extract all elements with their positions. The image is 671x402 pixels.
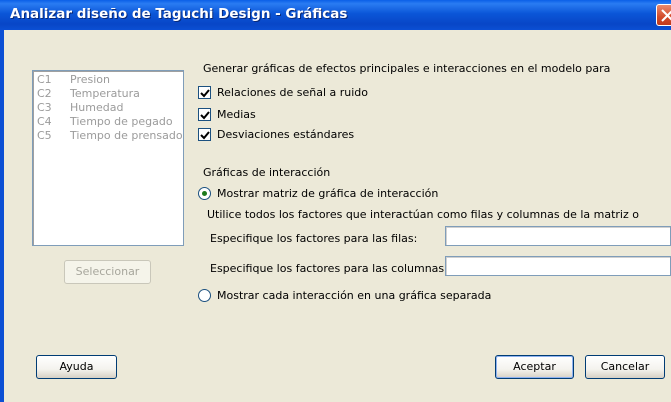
rows-factors-label: Especifique los factores para las filas: xyxy=(210,232,418,245)
checkmark-icon xyxy=(200,111,210,120)
window-border xyxy=(0,30,4,402)
columns-listbox[interactable]: C1 Presion C2 Temperatura C3 Humedad C4 … xyxy=(32,70,184,246)
column-name: Humedad xyxy=(70,101,124,114)
column-id: C5 xyxy=(37,129,52,142)
std-dev-checkbox[interactable] xyxy=(198,128,211,141)
ok-button[interactable]: Aceptar xyxy=(495,355,574,379)
checkmark-icon xyxy=(200,131,210,140)
column-name: Tiempo de prensado xyxy=(70,129,183,142)
matrix-option-label: Mostrar matriz de gráfica de interacción xyxy=(217,187,439,200)
columns-factors-label: Especifique los factores para las column… xyxy=(210,262,448,275)
matrix-radio[interactable] xyxy=(198,187,211,200)
checkmark-icon xyxy=(200,89,210,98)
columns-factors-input[interactable] xyxy=(445,256,671,276)
column-id: C1 xyxy=(37,73,52,86)
means-label: Medias xyxy=(217,108,256,121)
effects-heading: Generar gráficas de efectos principales … xyxy=(203,62,611,75)
matrix-note: Utilice todos los factores que interactú… xyxy=(207,208,639,221)
column-name: Tiempo de pegado xyxy=(70,115,173,128)
means-checkbox[interactable] xyxy=(198,108,211,121)
std-dev-label: Desviaciones estándares xyxy=(217,128,355,141)
column-name: Temperatura xyxy=(70,87,140,100)
close-icon xyxy=(661,9,671,22)
sn-ratio-label: Relaciones de señal a ruido xyxy=(217,86,369,99)
select-button[interactable]: Seleccionar xyxy=(64,260,151,284)
cancel-button[interactable]: Cancelar xyxy=(585,355,665,379)
close-button[interactable] xyxy=(656,4,671,26)
dialog-window: Analizar diseño de Taguchi Design - Gráf… xyxy=(0,0,671,402)
column-name: Presion xyxy=(70,73,110,86)
column-id: C2 xyxy=(37,87,52,100)
radio-selected-dot xyxy=(202,191,207,196)
interaction-heading: Gráficas de interacción xyxy=(203,166,331,179)
title-bar[interactable]: Analizar diseño de Taguchi Design - Gráf… xyxy=(0,0,671,30)
column-id: C3 xyxy=(37,101,52,114)
column-id: C4 xyxy=(37,115,52,128)
separate-option-label: Mostrar cada interacción en una gráfica … xyxy=(217,289,492,302)
separate-radio[interactable] xyxy=(198,289,211,302)
help-button[interactable]: Ayuda xyxy=(36,355,117,379)
window-title: Analizar diseño de Taguchi Design - Gráf… xyxy=(10,6,348,22)
rows-factors-input[interactable] xyxy=(445,226,671,246)
sn-ratio-checkbox[interactable] xyxy=(198,86,211,99)
